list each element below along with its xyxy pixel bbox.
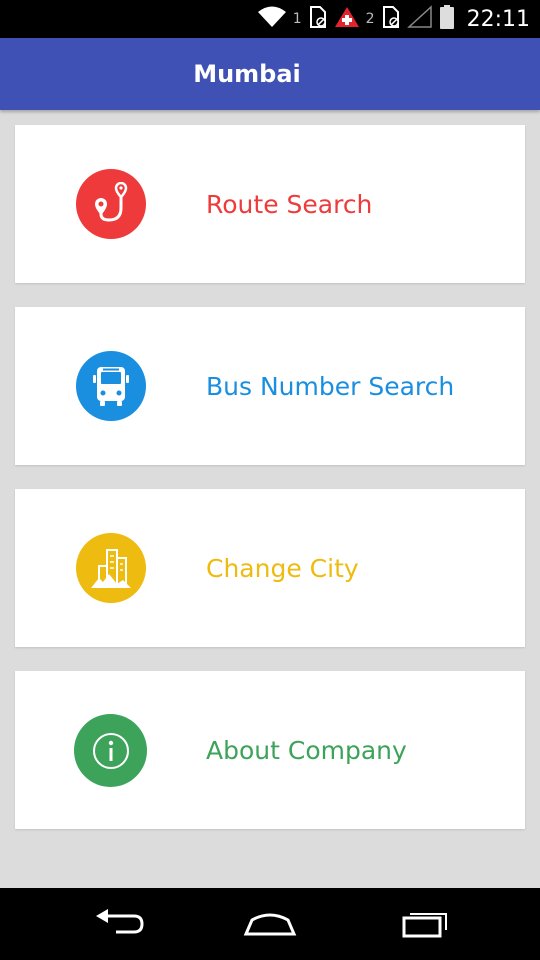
bus-number-search-label: Bus Number Search [206, 371, 455, 401]
route-search-card[interactable]: Route Search [15, 125, 525, 283]
status-icons: 1 2 22:11 [257, 0, 530, 38]
change-city-card[interactable]: Change City [15, 489, 525, 647]
wifi-icon [257, 5, 287, 34]
battery-icon [439, 4, 455, 35]
info-icon [74, 714, 147, 787]
sim-card-icon [308, 5, 328, 34]
status-bar: 1 2 22:11 [0, 0, 540, 38]
alert-icon [334, 5, 360, 34]
status-time: 22:11 [466, 6, 530, 32]
sim2-label: 2 [365, 11, 375, 27]
navigation-bar [0, 888, 540, 960]
route-pin-icon [76, 169, 146, 239]
home-icon[interactable] [235, 904, 305, 944]
signal-icon [406, 4, 433, 34]
app-bar: Mumbai [0, 38, 540, 110]
back-icon[interactable] [85, 904, 155, 944]
recent-apps-icon[interactable] [387, 904, 457, 944]
about-company-card[interactable]: About Company [15, 671, 525, 829]
about-company-label: About Company [206, 735, 407, 765]
bus-number-search-card[interactable]: Bus Number Search [15, 307, 525, 465]
page-title: Mumbai [193, 60, 301, 88]
route-search-label: Route Search [206, 189, 373, 219]
bus-icon [76, 351, 146, 421]
change-city-label: Change City [206, 553, 359, 583]
sim-card-icon [381, 5, 401, 34]
city-buildings-icon [76, 533, 146, 603]
sim1-label: 1 [292, 11, 302, 27]
